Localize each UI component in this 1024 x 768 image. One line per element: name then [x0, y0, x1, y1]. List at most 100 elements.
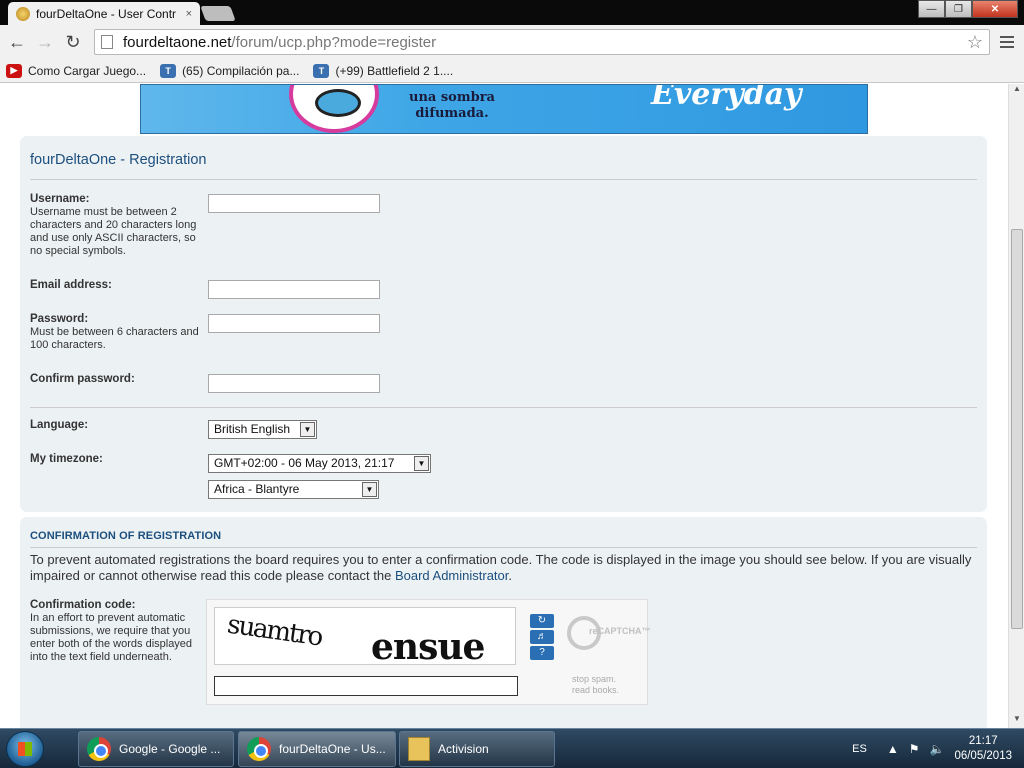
taskbar-item-label: Activision: [438, 742, 489, 756]
region-value: Africa - Blantyre: [214, 482, 300, 496]
taskbar-item[interactable]: Activision: [399, 731, 555, 767]
bookmarks-bar: ▶ Como Cargar Juego... T (65) Compilació…: [0, 59, 1024, 83]
reload-icon[interactable]: ↻: [62, 31, 84, 53]
recaptcha-wordmark: reCAPTCHA™: [589, 626, 651, 636]
code-label: Confirmation code:: [30, 599, 136, 611]
bookmark-label: Como Cargar Juego...: [28, 63, 147, 78]
region-select[interactable]: Africa - Blantyre ▼: [208, 480, 379, 499]
help-icon[interactable]: ?: [530, 646, 554, 660]
taskbar-item[interactable]: fourDeltaOne - Us...: [238, 731, 396, 767]
password-input[interactable]: [208, 314, 380, 333]
address-bar[interactable]: fourdeltaone.net /forum/ucp.php?mode=reg…: [94, 29, 990, 55]
recaptcha-widget: suamtro ensue ↻ ♬ ? reCAPTCHA™ stop spam…: [206, 599, 651, 705]
tab-title: fourDeltaOne - User Contr: [36, 6, 177, 21]
back-icon[interactable]: ←: [6, 31, 28, 53]
windows-taskbar: Google - Google ... fourDeltaOne - Us...…: [0, 728, 1024, 768]
password-label-block: Password: Must be between 6 characters a…: [30, 313, 200, 352]
chevron-down-icon: ▼: [300, 422, 315, 437]
bookmark-item[interactable]: ▶ Como Cargar Juego...: [6, 63, 147, 78]
folder-icon: [408, 737, 430, 761]
ad-banner[interactable]: una sombra difumada. Everyday: [140, 84, 868, 134]
confirm-label-block: Confirm password:: [30, 373, 200, 386]
language-value: British English: [214, 422, 291, 436]
clock[interactable]: 21:17 06/05/2013: [954, 734, 1012, 764]
chevron-down-icon: ▼: [414, 456, 429, 471]
action-center-icon[interactable]: ⚑: [909, 742, 920, 756]
scroll-thumb[interactable]: [1011, 229, 1023, 629]
system-tray: ES ▲ ⚑ 🔈 21:17 06/05/2013: [852, 729, 1024, 768]
page-scrollbar[interactable]: ▲ ▼: [1008, 84, 1024, 728]
language-label-block: Language:: [30, 419, 200, 432]
username-label: Username:: [30, 193, 90, 205]
new-tab-button[interactable]: [200, 6, 236, 21]
forward-icon[interactable]: →: [34, 31, 56, 53]
language-indicator[interactable]: ES: [852, 743, 867, 755]
banner-text: una sombra difumada.: [409, 90, 495, 122]
url-path: /forum/ucp.php?mode=register: [231, 33, 437, 51]
confirmation-text-end: .: [508, 568, 513, 583]
chevron-down-icon: ▼: [362, 482, 377, 497]
browser-toolbar: ← → ↻ fourdeltaone.net /forum/ucp.php?mo…: [0, 25, 1024, 59]
favicon-icon: [16, 6, 30, 21]
tab-close-icon[interactable]: ×: [186, 8, 192, 20]
scroll-down-icon[interactable]: ▼: [1009, 714, 1024, 728]
registration-panel: fourDeltaOne - Registration Username: Us…: [20, 136, 987, 512]
refresh-icon[interactable]: ↻: [530, 614, 554, 628]
divider: [30, 179, 977, 180]
confirm-password-input[interactable]: [208, 374, 380, 393]
language-label: Language:: [30, 419, 89, 431]
recaptcha-tagline1: stop spam.: [572, 674, 617, 684]
close-button[interactable]: ✕: [972, 0, 1018, 18]
scroll-up-icon[interactable]: ▲: [1009, 84, 1024, 98]
timezone-label-block: My timezone:: [30, 453, 200, 466]
confirmation-panel: CONFIRMATION OF REGISTRATION To prevent …: [20, 517, 987, 728]
taskbar-item-label: Google - Google ...: [119, 742, 221, 756]
username-label-block: Username: Username must be between 2 cha…: [30, 193, 200, 258]
url-host: fourdeltaone.net: [123, 33, 232, 51]
recaptcha-tagline2: read books.: [572, 685, 620, 695]
timezone-label: My timezone:: [30, 453, 103, 465]
timezone-value: GMT+02:00 - 06 May 2013, 21:17: [214, 456, 395, 470]
start-button[interactable]: [6, 731, 44, 767]
audio-icon[interactable]: ♬: [530, 630, 554, 644]
username-input[interactable]: [208, 194, 380, 213]
t-icon: T: [160, 63, 177, 78]
code-label-block: Confirmation code: In an effort to preve…: [30, 599, 200, 664]
taskbar-item[interactable]: Google - Google ...: [78, 731, 234, 767]
bookmark-label: (65) Compilación pa...: [182, 63, 300, 78]
language-select[interactable]: British English ▼: [208, 420, 317, 439]
captcha-image: suamtro ensue: [214, 607, 516, 665]
show-hidden-icons-icon[interactable]: ▲: [887, 742, 899, 756]
email-label: Email address:: [30, 279, 112, 291]
bookmark-item[interactable]: T (65) Compilación pa...: [160, 63, 300, 78]
eye-illustration: [289, 85, 379, 133]
clock-date: 06/05/2013: [954, 750, 1012, 762]
username-help: Username must be between 2 characters an…: [30, 206, 197, 257]
confirm-password-label: Confirm password:: [30, 373, 135, 385]
page-icon: [101, 35, 113, 49]
taskbar-item-label: fourDeltaOne - Us...: [279, 742, 386, 756]
bookmark-star-icon[interactable]: ☆: [967, 32, 983, 53]
browser-titlebar: fourDeltaOne - User Contr × — ❐ ✕: [0, 0, 1024, 25]
email-input[interactable]: [208, 280, 380, 299]
restore-button[interactable]: ❐: [945, 0, 972, 18]
page-title: fourDeltaOne - Registration: [30, 152, 207, 168]
youtube-icon: ▶: [6, 63, 22, 78]
bookmark-item[interactable]: T (+99) Battlefield 2 1....: [313, 63, 454, 78]
tab-active[interactable]: fourDeltaOne - User Contr ×: [8, 2, 200, 25]
timezone-select[interactable]: GMT+02:00 - 06 May 2013, 21:17 ▼: [208, 454, 431, 473]
code-help: In an effort to prevent automatic submis…: [30, 612, 193, 663]
banner-line2: difumada.: [415, 106, 489, 121]
page-content: una sombra difumada. Everyday fourDeltaO…: [0, 84, 1008, 728]
minimize-button[interactable]: —: [918, 0, 945, 18]
email-label-block: Email address:: [30, 279, 200, 292]
recaptcha-logo: reCAPTCHA™: [567, 616, 651, 656]
volume-icon[interactable]: 🔈: [929, 742, 944, 756]
board-admin-link[interactable]: Board Administrator: [395, 568, 508, 583]
captcha-input[interactable]: [214, 676, 518, 696]
bookmark-label: (+99) Battlefield 2 1....: [335, 63, 454, 78]
password-label: Password:: [30, 313, 89, 325]
clock-time: 21:17: [968, 735, 998, 747]
divider: [30, 547, 977, 548]
menu-icon[interactable]: [996, 31, 1018, 53]
